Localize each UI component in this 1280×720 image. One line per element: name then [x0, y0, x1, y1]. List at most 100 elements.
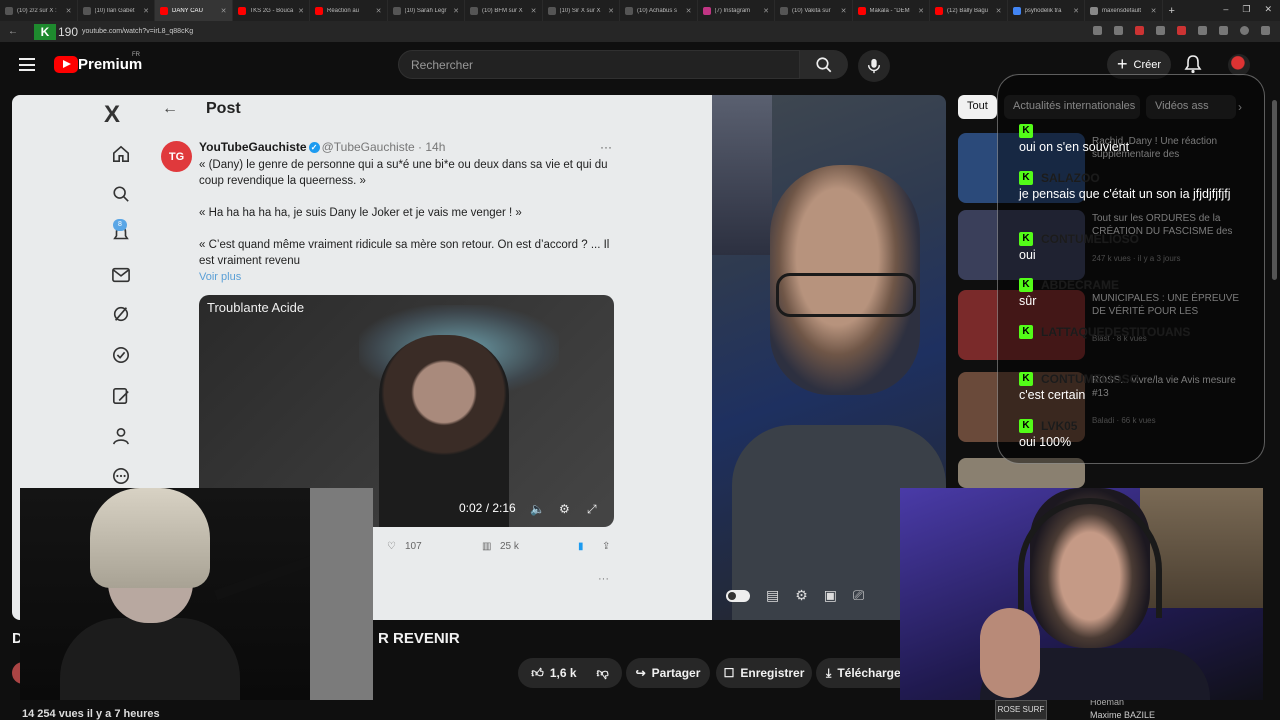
autoplay-toggle[interactable]	[726, 589, 750, 602]
tab-close-icon[interactable]: ✕	[376, 7, 382, 15]
tab-close-icon[interactable]: ✕	[841, 7, 847, 15]
x-icon	[780, 6, 788, 15]
kick-viewer-count: 190	[58, 24, 79, 39]
minimize-icon[interactable]: –	[1223, 4, 1228, 15]
tab-title: Réaction au	[327, 7, 360, 14]
youtube-premium-label[interactable]: Premium	[78, 56, 142, 73]
subtitles-icon[interactable]: ▤	[766, 587, 779, 604]
tab-close-icon[interactable]: ✕	[918, 7, 924, 15]
extension-icon[interactable]	[1177, 26, 1186, 35]
voice-search-button[interactable]	[858, 50, 890, 82]
browser-tab[interactable]: (10) 2/2 sur X : ✕	[0, 0, 78, 21]
browser-tab[interactable]: Réaction au ✕	[310, 0, 388, 21]
download-button[interactable]: ⤓ Télécharger	[816, 658, 912, 688]
search-button[interactable]	[800, 50, 848, 79]
tab-title: (10) Sarah Legr	[404, 7, 447, 14]
search-input[interactable]: Rechercher	[398, 50, 800, 79]
browser-tab[interactable]: (10) Vakita sur ✕	[775, 0, 853, 21]
tab-close-icon[interactable]: ✕	[1151, 7, 1157, 15]
thumbs-up-icon[interactable]: 👍︎	[531, 666, 544, 681]
browser-tab-strip: (10) 2/2 sur X : ✕ (10) Ilan Gabet ✕ DANY CA…	[0, 0, 1280, 21]
hamburger-menu-icon[interactable]	[19, 58, 35, 71]
x-icon	[625, 6, 633, 15]
tab-title: (10) 2/2 sur X :	[17, 7, 57, 14]
tab-close-icon[interactable]: ✕	[686, 7, 692, 15]
download-icon[interactable]	[1219, 26, 1228, 35]
video-subject	[379, 335, 509, 527]
notifications-bell-icon[interactable]	[1184, 54, 1202, 74]
chat-user-row: K	[1019, 123, 1249, 138]
extension-icon[interactable]	[1156, 26, 1165, 35]
browser-tab[interactable]: (10) Sarah Legr ✕	[388, 0, 465, 21]
tab-close-icon[interactable]: ✕	[1073, 7, 1079, 15]
extension-icon[interactable]	[1135, 26, 1144, 35]
profile-icon[interactable]	[1240, 26, 1249, 35]
kick-logo: K	[34, 23, 56, 40]
notification-count-badge: 8	[113, 219, 127, 231]
tab-title: TKS 2G - Bouca	[249, 7, 294, 14]
x-icon	[547, 6, 556, 15]
youtube-logo-icon[interactable]	[54, 56, 78, 73]
tab-close-icon[interactable]: ✕	[608, 7, 614, 15]
embedded-channel-name: Troublante Acide	[207, 300, 305, 315]
host-webcam	[900, 488, 1263, 700]
google-icon	[1012, 6, 1021, 15]
chat-message: K ABDECRAME sûr	[1019, 277, 1249, 309]
new-tab-button[interactable]: +	[1169, 5, 1175, 17]
settings-gear-icon[interactable]: ⚙	[795, 587, 808, 604]
close-icon[interactable]: ✕	[1264, 4, 1272, 15]
next-post-more-icon: ···	[598, 573, 609, 585]
author-avatar: TG	[161, 141, 192, 172]
zoom-icon[interactable]	[1093, 26, 1102, 35]
browser-tab[interactable]: (10) Ilan Gabet ✕	[78, 0, 155, 21]
kebab-menu-icon[interactable]	[1261, 26, 1270, 35]
tab-title: (10) Vakita sur	[792, 7, 831, 14]
tab-title: Makala - "DEM	[869, 7, 910, 14]
x-icon	[470, 6, 478, 15]
tab-close-icon[interactable]: ✕	[996, 7, 1002, 15]
guest-background-panel	[310, 488, 373, 700]
chat-username: ABDECRAME	[1041, 277, 1119, 292]
author-handle: @TubeGauchiste · 14h	[321, 140, 446, 154]
miniplayer-icon[interactable]: ▣	[824, 587, 837, 604]
tab-close-icon[interactable]: ✕	[531, 7, 537, 15]
kick-badge-icon: K	[1019, 324, 1033, 339]
chat-username: CONTUMELIOSO	[1041, 231, 1139, 246]
tab-close-icon[interactable]: ✕	[453, 7, 459, 15]
chat-user-row: K SALAZOO	[1019, 170, 1249, 185]
share-button[interactable]: ↪ Partager	[626, 658, 710, 688]
tab-title: psyhodelik tra	[1024, 7, 1062, 14]
browser-tab[interactable]: (12) Bally Bagu ✕	[930, 0, 1008, 21]
tab-close-icon[interactable]: ✕	[221, 7, 227, 15]
browser-tab[interactable]: DANY CAU ✕	[155, 0, 233, 21]
chat-message: K SALAZOO je pensais que c'était un son ia…	[1019, 170, 1249, 202]
browser-tab[interactable]: (10) Achabus s ✕	[620, 0, 698, 21]
sidebar-scrollbar[interactable]	[1272, 100, 1277, 280]
browser-tab[interactable]: (10) Sir X sur X ✕	[543, 0, 620, 21]
chat-message: Koui on s'en souvient	[1019, 123, 1249, 155]
browser-tab[interactable]: TKS 2G - Bouca ✕	[233, 0, 310, 21]
thumbs-down-icon[interactable]: 👎︎	[597, 666, 609, 681]
back-arrow-icon[interactable]: ←	[8, 26, 18, 37]
tab-close-icon[interactable]: ✕	[298, 7, 304, 15]
like-dislike-group[interactable]: 👍︎ 1,6 k 👎︎	[518, 658, 622, 688]
sidebar-author-name: Maxime BAZILE	[1090, 710, 1156, 720]
tab-close-icon[interactable]: ✕	[66, 7, 72, 15]
cast-icon[interactable]: ⎚	[853, 587, 864, 604]
browser-tab[interactable]: psyhodelik tra ✕	[1008, 0, 1085, 21]
tab-close-icon[interactable]: ✕	[143, 7, 149, 15]
url-field[interactable]: youtube.com/watch?v=irL8_q88cKg	[82, 28, 193, 35]
window-controls: – ❐ ✕	[1223, 4, 1272, 15]
extension-icon[interactable]	[1198, 26, 1207, 35]
browser-tab[interactable]: (10) BFM sur X ✕	[465, 0, 543, 21]
account-avatar[interactable]	[1228, 54, 1250, 76]
save-button[interactable]: ☐ Enregistrer	[716, 658, 812, 688]
chip-all[interactable]: Tout	[958, 95, 997, 119]
bookmark-star-icon[interactable]	[1114, 26, 1123, 35]
maximize-icon[interactable]: ❐	[1242, 4, 1250, 15]
browser-tab[interactable]: (7) Instagram ✕	[698, 0, 775, 21]
browser-tab[interactable]: maxensdefault ✕	[1085, 0, 1163, 21]
chat-text: c'est certain	[1019, 388, 1086, 402]
tab-close-icon[interactable]: ✕	[763, 7, 769, 15]
browser-tab[interactable]: Makala - "DEM ✕	[853, 0, 930, 21]
